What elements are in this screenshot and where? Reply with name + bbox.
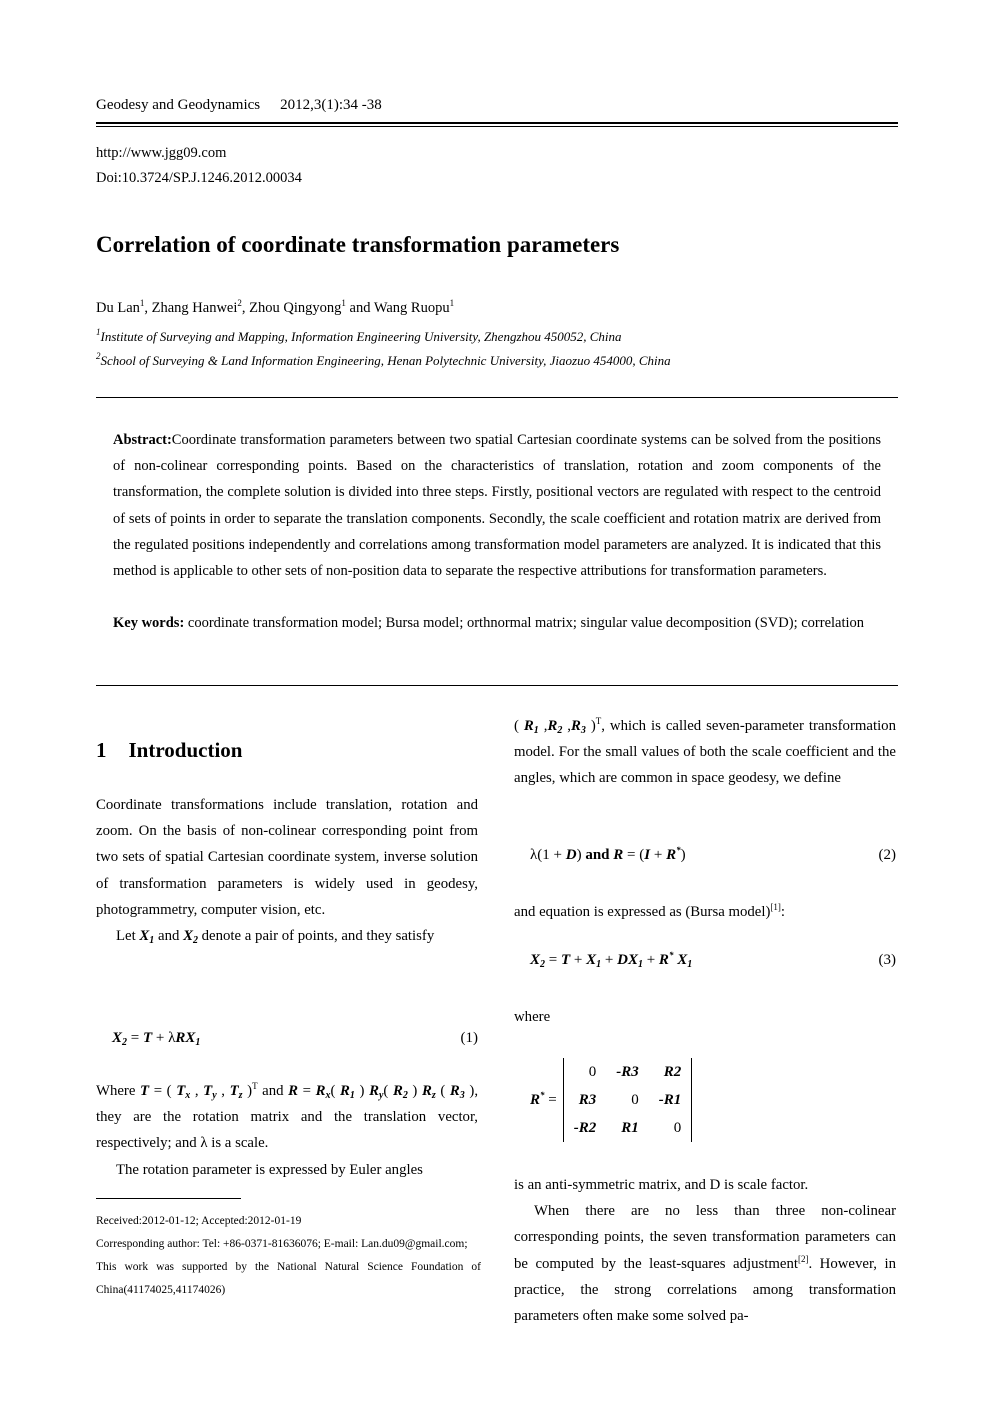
equation-number: (2)	[878, 847, 897, 863]
matrix-cell: R3	[578, 1091, 597, 1108]
matrix-cell: 0	[673, 1119, 682, 1136]
author: Du Lan	[96, 300, 140, 316]
header-rule-thin	[96, 126, 898, 127]
author-separator: ,	[144, 300, 152, 316]
divider	[96, 685, 898, 686]
paragraph: Where T = ( Tx , Ty , Tz )T and R = Rx( …	[96, 1081, 479, 1152]
paragraph: The rotation parameter is expressed by E…	[116, 1161, 423, 1178]
text: denote a pair of points, and they satisf…	[197, 928, 435, 945]
matrix-cell: 0	[631, 1091, 639, 1108]
matrix-cell: -R1	[658, 1091, 682, 1108]
text: and	[154, 928, 184, 945]
matrix-cell: -R3	[616, 1063, 639, 1080]
equation-number: (3)	[878, 952, 897, 968]
paragraph: where	[514, 1009, 551, 1025]
right-text-1: ( R1 ,R2 ,R3 )T, which is called seven-p…	[514, 713, 896, 792]
math-var: X2	[183, 928, 198, 947]
paragraph: Let X1 and X2 denote a pair of points, a…	[96, 923, 478, 949]
equation-1: X2 = T + λRX1 (1)	[96, 1030, 479, 1048]
paragraph: Coordinate transformations include trans…	[96, 797, 478, 918]
matrix-equation: R* = 0 -R3 R2 R3 0 -R1 -R2 R1 0	[530, 1058, 693, 1142]
equation-expression: X2 = T + λRX1	[112, 1030, 201, 1048]
section-heading: 1 Introduction	[96, 738, 242, 763]
text: Where	[96, 1083, 141, 1099]
keywords: Key words: coordinate transformation mod…	[113, 610, 881, 636]
matrix-cell: R2	[663, 1063, 682, 1080]
text: :	[780, 904, 786, 920]
paragraph: is an anti-symmetric matrix, and D is sc…	[514, 1177, 809, 1193]
section-title: Introduction	[128, 738, 243, 762]
matrix-row: -R2 R1 0	[563, 1114, 692, 1142]
matrix-lhs: R* =	[530, 1089, 557, 1108]
funding-note: This work was supported by the National …	[96, 1261, 481, 1296]
citation-ref[interactable]: [1]	[770, 902, 781, 912]
where-text: where	[514, 1004, 896, 1030]
paragraph: and equation is expressed as (Bursa mode…	[514, 899, 896, 925]
math-var: X1	[139, 928, 155, 947]
divider	[96, 397, 898, 398]
paragraph: When there are no less than three non-co…	[514, 1198, 896, 1329]
corresponding-author: Corresponding author: Tel: +86-0371-8163…	[96, 1238, 468, 1250]
equation-3: X2 = T + X1 + DX1 + R* X1 (3)	[514, 950, 897, 970]
footnote-rule	[96, 1198, 241, 1199]
matrix-row: R3 0 -R1	[563, 1086, 692, 1114]
keywords-label: Key words:	[113, 615, 185, 631]
section-number: 1	[96, 738, 107, 762]
text: and equation is expressed as (Bursa mode…	[514, 904, 771, 920]
paragraph: ( R1 ,R2 ,R3 )T, which is called seven-p…	[514, 716, 896, 787]
text: Let	[116, 928, 140, 945]
footnotes: Received:2012-01-12; Accepted:2012-01-19…	[96, 1210, 481, 1302]
matrix-cell: 0	[588, 1063, 597, 1080]
affiliation: 1Institute of Surveying and Mapping, Inf…	[96, 328, 622, 345]
doi: Doi:10.3724/SP.J.1246.2012.00034	[96, 170, 302, 186]
keywords-text: coordinate transformation model; Bursa m…	[187, 615, 865, 631]
equation-expression: X2 = T + X1 + DX1 + R* X1	[530, 950, 693, 970]
matrix-row: 0 -R3 R2	[563, 1058, 692, 1086]
journal-header: Geodesy and Geodynamics 2012,3(1):34 -38	[96, 97, 382, 114]
paper-title: Correlation of coordinate transformation…	[96, 232, 620, 257]
right-text-3: is an anti-symmetric matrix, and D is sc…	[514, 1172, 896, 1329]
intro-text: Coordinate transformations include trans…	[96, 792, 478, 949]
abstract: Abstract:Coordinate transformation param…	[113, 427, 881, 584]
equation-expression: λ(1 + D) and R = (I + R*)	[530, 845, 686, 864]
equation-2: λ(1 + D) and R = (I + R*) (2)	[514, 845, 897, 864]
author: Zhou Qingyong	[249, 300, 342, 316]
journal-name: Geodesy and Geodynamics	[96, 97, 261, 113]
journal-url[interactable]: http://www.jgg09.com	[96, 145, 226, 162]
header-rule	[96, 122, 898, 124]
abstract-text: Coordinate transformation parameters bet…	[113, 432, 881, 580]
author-separator: and	[345, 300, 374, 316]
intro-text-2: Where T = ( Tx , Ty , Tz )T and R = Rx( …	[96, 1078, 478, 1183]
citation-ref[interactable]: [2]	[798, 1254, 809, 1264]
author-affiliation-mark: 1	[449, 298, 455, 308]
author: Wang Ruopu	[373, 300, 450, 316]
affiliation: 2School of Surveying & Land Information …	[96, 352, 671, 369]
author: Zhang Hanwei	[151, 300, 238, 316]
text: and	[257, 1083, 289, 1099]
equation-number: (1)	[460, 1030, 479, 1046]
matrix-cell: -R2	[573, 1119, 597, 1136]
right-text-2: and equation is expressed as (Bursa mode…	[514, 899, 896, 925]
journal-citation: 2012,3(1):34 -38	[280, 97, 382, 113]
matrix: 0 -R3 R2 R3 0 -R1 -R2 R1 0	[562, 1058, 693, 1142]
affiliation-text: Institute of Surveying and Mapping, Info…	[100, 329, 622, 344]
author-list: Du Lan1, Zhang Hanwei2, Zhou Qingyong1 a…	[96, 298, 455, 317]
matrix-cell: R1	[621, 1119, 639, 1136]
received-dates: Received:2012-01-12; Accepted:2012-01-19	[96, 1215, 302, 1227]
abstract-label: Abstract:	[113, 432, 172, 448]
affiliation-text: School of Surveying & Land Information E…	[100, 353, 671, 368]
